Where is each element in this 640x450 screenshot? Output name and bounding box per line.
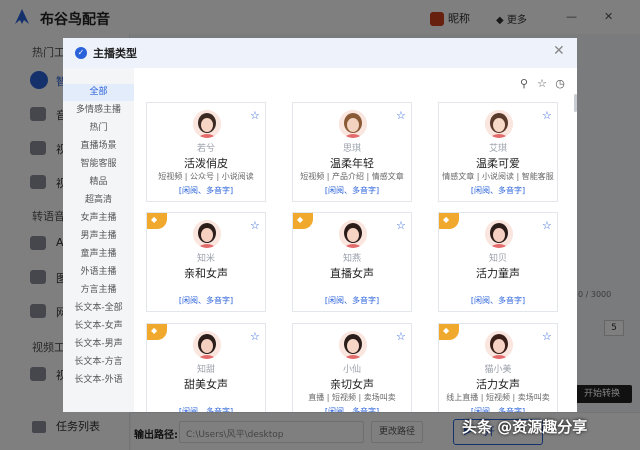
- category-item[interactable]: 长文本-女声: [63, 318, 134, 335]
- category-item[interactable]: 长文本-男声: [63, 336, 134, 353]
- voice-name: 思琪: [342, 144, 361, 154]
- voice-tags: 情感文章 | 小说阅读 | 智能客服: [442, 172, 554, 181]
- voice-name: 知贝: [488, 254, 507, 264]
- avatar: [485, 110, 513, 138]
- voice-tags: 线上直播 | 短视频 | 卖场叫卖: [446, 393, 550, 402]
- category-item[interactable]: 直播场景: [63, 138, 134, 155]
- favorite-star-icon[interactable]: ☆: [542, 109, 552, 122]
- category-item[interactable]: 男声主播: [63, 228, 134, 245]
- voice-features: [闲阅、多音字]: [178, 186, 234, 195]
- avatar: [193, 220, 221, 248]
- voice-features: [闲阅、多音字]: [470, 186, 526, 195]
- avatar: [339, 110, 367, 138]
- voice-style: 直播女声: [330, 267, 374, 280]
- voice-card[interactable]: ☆ 艾琪温柔可爱情感文章 | 小说阅读 | 智能客服 [闲阅、多音字]: [438, 102, 558, 202]
- category-item[interactable]: 女声主播: [63, 210, 134, 227]
- avatar: [485, 220, 513, 248]
- category-item[interactable]: 长文本-外语: [63, 372, 134, 389]
- avatar: [193, 331, 221, 359]
- voice-card[interactable]: ◆ ☆ 知贝活力童声 [闲阅、多音字]: [438, 212, 558, 312]
- voice-card[interactable]: ◆ ☆ 知米亲和女声 [闲阅、多音字]: [146, 212, 266, 312]
- scrollbar[interactable]: [574, 94, 577, 112]
- category-item[interactable]: 多情感主播: [63, 102, 134, 119]
- history-icon[interactable]: ◷: [553, 77, 567, 90]
- favorite-star-icon[interactable]: ☆: [396, 109, 406, 122]
- category-item[interactable]: 外语主播: [63, 264, 134, 281]
- favorite-star-icon[interactable]: ☆: [396, 330, 406, 343]
- voice-tags: 短视频 | 产品介绍 | 情感文章: [300, 172, 404, 181]
- category-item[interactable]: 童声主播: [63, 246, 134, 263]
- star-icon[interactable]: ☆: [535, 77, 549, 90]
- avatar: [339, 331, 367, 359]
- voice-name: 小仙: [342, 365, 361, 375]
- voice-features: [闲阅、多音字]: [324, 407, 380, 412]
- dialog-header: ✓ 主播类型 ✕: [63, 38, 577, 68]
- premium-badge-icon: ◆: [147, 213, 167, 229]
- voice-features: [闲阅、多音字]: [324, 296, 380, 305]
- voice-tags: 直播 | 短视频 | 卖场叫卖: [308, 393, 396, 402]
- check-circle-icon: ✓: [75, 47, 87, 59]
- premium-badge-icon: ◆: [293, 213, 313, 229]
- premium-badge-icon: ◆: [439, 213, 459, 229]
- voice-name: 若兮: [196, 144, 215, 154]
- category-item[interactable]: 超高清: [63, 192, 134, 209]
- favorite-star-icon[interactable]: ☆: [542, 330, 552, 343]
- favorite-star-icon[interactable]: ☆: [250, 109, 260, 122]
- category-item[interactable]: 方言主播: [63, 282, 134, 299]
- category-item[interactable]: 热门: [63, 120, 134, 137]
- voice-card[interactable]: ◆ ☆ 知甜甜美女声 [闲阅、多音字]: [146, 323, 266, 412]
- voice-card[interactable]: ☆ 若兮活泼俏皮短视频 | 公众号 | 小说阅读 [闲阅、多音字]: [146, 102, 266, 202]
- voice-features: [闲阅、多音字]: [470, 407, 526, 412]
- premium-badge-icon: ◆: [439, 324, 459, 340]
- avatar: [193, 110, 221, 138]
- close-icon[interactable]: ✕: [553, 43, 565, 59]
- category-item[interactable]: 长文本-全部: [63, 300, 134, 317]
- category-item[interactable]: 精品: [63, 174, 134, 191]
- premium-badge-icon: ◆: [147, 324, 167, 340]
- voice-style: 温柔年轻: [330, 157, 374, 170]
- category-item[interactable]: 智能客服: [63, 156, 134, 173]
- voice-name: 艾琪: [488, 144, 507, 154]
- dialog-title: 主播类型: [93, 47, 137, 60]
- voice-style: 温柔可爱: [476, 157, 520, 170]
- voice-features: [闲阅、多音字]: [324, 186, 380, 195]
- voice-name: 知燕: [342, 254, 361, 264]
- voice-card[interactable]: ☆ 思琪温柔年轻短视频 | 产品介绍 | 情感文章 [闲阅、多音字]: [292, 102, 412, 202]
- watermark: 头条 @资源趣分享: [462, 418, 588, 436]
- favorite-star-icon[interactable]: ☆: [542, 219, 552, 232]
- avatar: [485, 331, 513, 359]
- voice-style: 活力童声: [476, 267, 520, 280]
- voice-card[interactable]: ◆ ☆ 知燕直播女声 [闲阅、多音字]: [292, 212, 412, 312]
- voice-style: 亲切女声: [330, 378, 374, 391]
- category-item[interactable]: 全部: [63, 84, 134, 101]
- voice-name: 知甜: [196, 365, 215, 375]
- voice-tags: 短视频 | 公众号 | 小说阅读: [158, 172, 254, 181]
- voice-features: [闲阅、多音字]: [178, 296, 234, 305]
- category-list: 全部 多情感主播 热门 直播场景 智能客服 精品 超高清 女声主播 男声主播 童…: [63, 68, 134, 412]
- voice-card[interactable]: ◆ ☆ 猫小美活力女声线上直播 | 短视频 | 卖场叫卖 [闲阅、多音字]: [438, 323, 558, 412]
- voice-style: 亲和女声: [184, 267, 228, 280]
- search-icon[interactable]: ⚲: [517, 77, 531, 90]
- avatar: [339, 220, 367, 248]
- voice-card[interactable]: ☆ 小仙亲切女声直播 | 短视频 | 卖场叫卖 [闲阅、多音字]: [292, 323, 412, 412]
- voice-name: 猫小美: [484, 365, 512, 375]
- favorite-star-icon[interactable]: ☆: [250, 330, 260, 343]
- voice-features: [闲阅、多音字]: [470, 296, 526, 305]
- category-item[interactable]: 长文本-方言: [63, 354, 134, 371]
- voice-style: 活力女声: [476, 378, 520, 391]
- favorite-star-icon[interactable]: ☆: [396, 219, 406, 232]
- anchor-type-dialog: ✓ 主播类型 ✕ 全部 多情感主播 热门 直播场景 智能客服 精品 超高清 女声…: [63, 38, 577, 412]
- favorite-star-icon[interactable]: ☆: [250, 219, 260, 232]
- voice-style: 甜美女声: [184, 378, 228, 391]
- voice-name: 知米: [196, 254, 215, 264]
- voice-style: 活泼俏皮: [184, 157, 228, 170]
- voice-features: [闲阅、多音字]: [178, 407, 234, 412]
